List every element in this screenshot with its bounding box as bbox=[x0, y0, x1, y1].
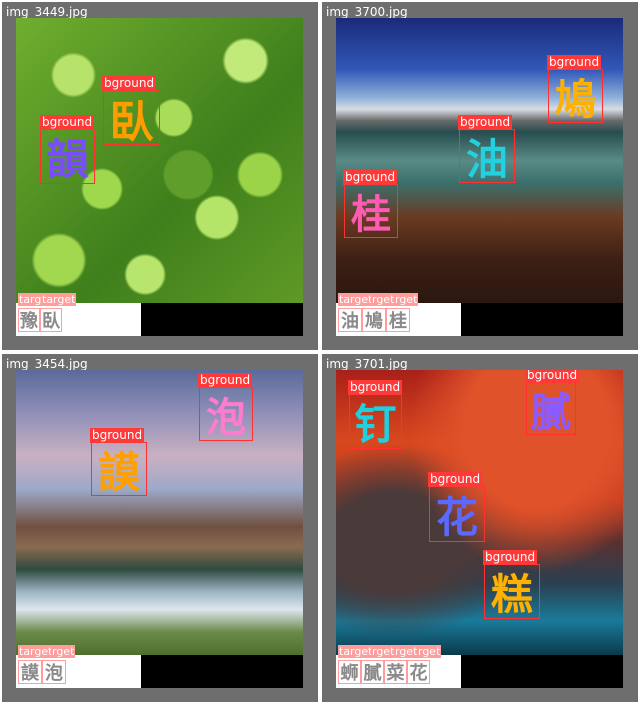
target-glyph-box[interactable]: 膩 bbox=[361, 660, 384, 684]
detection-label: bground bbox=[90, 428, 145, 443]
target-label: rget bbox=[371, 293, 396, 306]
filename-label: img_3701.jpg bbox=[326, 357, 408, 371]
detection-label: bground bbox=[40, 115, 95, 130]
target-label: rget bbox=[371, 645, 396, 658]
detection-label: bground bbox=[458, 115, 513, 130]
detected-glyph: 謨 bbox=[97, 447, 140, 497]
lake-photo: 鳩 bground 油 bground 桂 bground bbox=[336, 18, 623, 303]
target-label: targ bbox=[18, 293, 43, 306]
target-label: rget bbox=[394, 645, 419, 658]
target-label: target bbox=[338, 645, 374, 658]
detected-glyph: 糕 bbox=[490, 570, 533, 619]
image-panel[interactable]: img_3454.jpg 泡 bground 謨 bground 謨 泡 tar… bbox=[2, 354, 318, 702]
target-glyph-box[interactable]: 桂 bbox=[386, 308, 410, 332]
target-strip: 謨 泡 bbox=[16, 655, 303, 688]
detected-glyph: 花 bbox=[435, 492, 478, 542]
detection-box[interactable]: 油 bbox=[459, 129, 515, 184]
detection-box[interactable]: 泡 bbox=[199, 387, 253, 441]
target-strip: 豫 臥 bbox=[16, 303, 303, 336]
target-strip-padding bbox=[461, 303, 623, 336]
detection-label: bground bbox=[525, 370, 580, 383]
detection-label: bground bbox=[102, 76, 157, 91]
detection-box[interactable]: 钉 bbox=[349, 394, 402, 449]
clover-photo: 臥 bground 韻 bground bbox=[16, 18, 303, 303]
target-label: rget bbox=[394, 293, 419, 306]
image-panel[interactable]: img_3449.jpg 臥 bground 韻 bground 豫 臥 tar… bbox=[2, 2, 318, 350]
detection-box[interactable]: 糕 bbox=[484, 564, 540, 619]
target-glyph-box[interactable]: 鳩 bbox=[362, 308, 386, 332]
target-glyph-box[interactable]: 臥 bbox=[40, 308, 62, 332]
image-panel[interactable]: img_3701.jpg 钉 bground 膩 bground 花 bgrou… bbox=[322, 354, 638, 702]
target-glyph-box[interactable]: 油 bbox=[338, 308, 362, 332]
target-label: rget bbox=[417, 645, 442, 658]
detection-label: bground bbox=[483, 550, 538, 565]
detection-box[interactable]: 鳩 bbox=[548, 69, 603, 124]
detection-label: bground bbox=[348, 380, 403, 395]
detection-box[interactable]: 韻 bbox=[40, 129, 95, 184]
detected-glyph: 桂 bbox=[351, 192, 391, 238]
detected-glyph: 臥 bbox=[109, 96, 154, 148]
filename-label: img_3454.jpg bbox=[6, 357, 88, 371]
detection-grid: img_3449.jpg 臥 bground 韻 bground 豫 臥 tar… bbox=[0, 0, 640, 704]
target-glyph-box[interactable]: 蛳 bbox=[338, 660, 361, 684]
detection-label: bground bbox=[343, 170, 398, 185]
detection-box[interactable]: 謨 bbox=[91, 442, 147, 497]
target-glyph-box[interactable]: 謨 bbox=[18, 660, 42, 684]
detected-glyph: 韻 bbox=[46, 135, 89, 184]
detection-box[interactable]: 花 bbox=[429, 486, 485, 542]
detection-label: bground bbox=[198, 373, 253, 388]
target-label: rget bbox=[51, 645, 76, 658]
detection-box[interactable]: 膩 bbox=[526, 382, 576, 436]
volcano-photo: 钉 bground 膩 bground 花 bground 糕 bground bbox=[336, 370, 623, 655]
target-strip: 油 鳩 桂 bbox=[336, 303, 623, 336]
target-strip-padding bbox=[141, 303, 303, 336]
target-strip-padding bbox=[141, 655, 303, 688]
detected-glyph: 油 bbox=[465, 134, 508, 184]
target-glyph-box[interactable]: 菜 bbox=[384, 660, 407, 684]
image-panel[interactable]: img_3700.jpg 鳩 bground 油 bground 桂 bgrou… bbox=[322, 2, 638, 350]
target-strip: 蛳 膩 菜 花 bbox=[336, 655, 623, 688]
detection-box[interactable]: 臥 bbox=[103, 90, 160, 148]
target-label: target bbox=[18, 645, 54, 658]
detection-label: bground bbox=[547, 55, 602, 70]
target-glyph-box[interactable]: 泡 bbox=[42, 660, 66, 684]
target-label: target bbox=[338, 293, 374, 306]
detected-glyph: 膩 bbox=[531, 389, 571, 436]
detected-glyph: 泡 bbox=[206, 395, 246, 441]
target-label: target bbox=[41, 293, 77, 306]
detection-box[interactable]: 桂 bbox=[344, 184, 398, 238]
detected-glyph: 钉 bbox=[354, 400, 397, 449]
filename-label: img_3700.jpg bbox=[326, 5, 408, 19]
detection-label: bground bbox=[428, 472, 483, 487]
filename-label: img_3449.jpg bbox=[6, 5, 88, 19]
target-glyph-box[interactable]: 花 bbox=[407, 660, 430, 684]
target-strip-padding bbox=[461, 655, 623, 688]
target-glyph-box[interactable]: 豫 bbox=[18, 308, 40, 332]
detected-glyph: 鳩 bbox=[554, 74, 597, 124]
coast-photo: 泡 bground 謨 bground bbox=[16, 370, 303, 655]
